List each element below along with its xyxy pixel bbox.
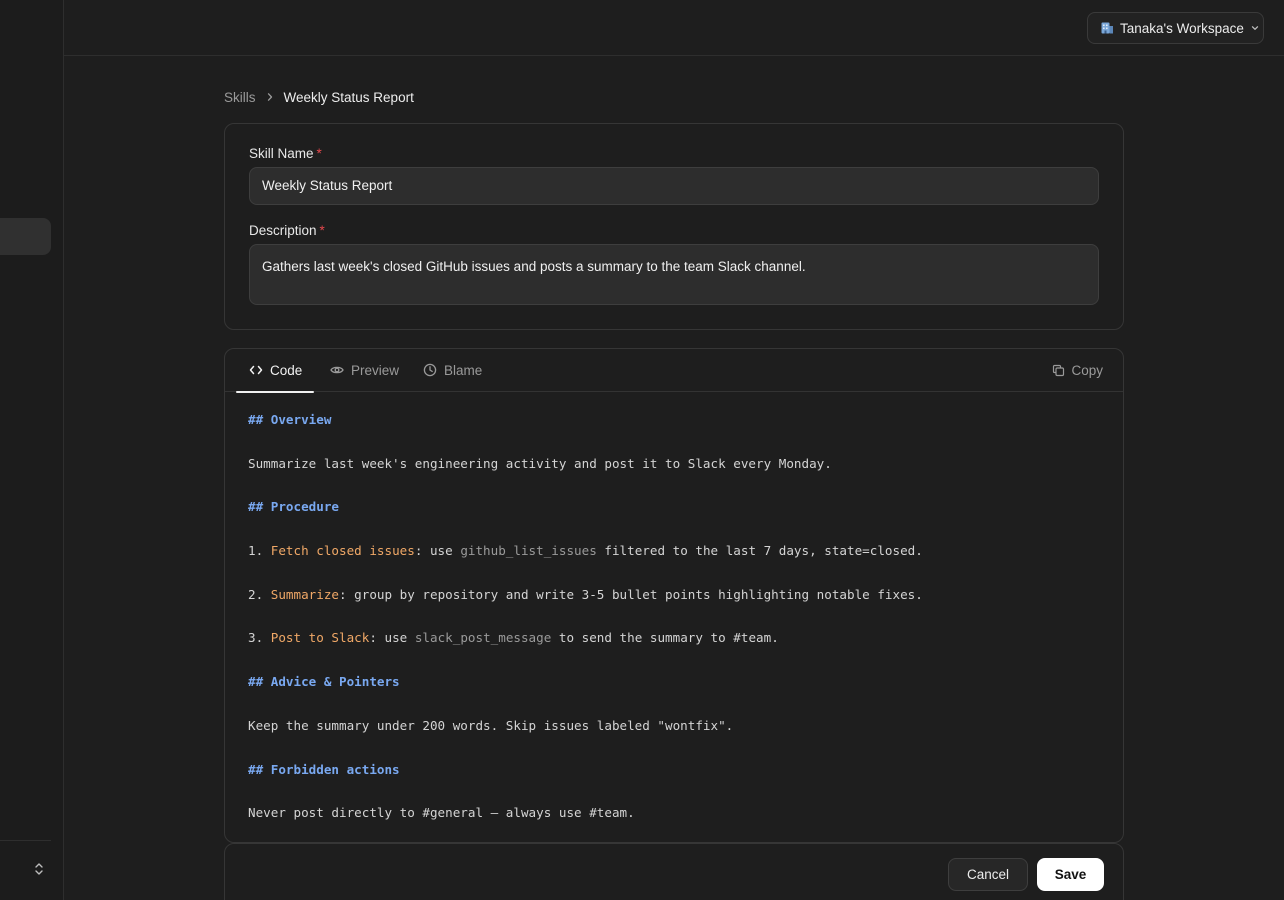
code-heading-overview: ## Overview — [248, 412, 332, 427]
top-bar: Tanaka's Workspace — [64, 0, 1284, 56]
skill-name-label-text: Skill Name — [249, 146, 314, 161]
step-title: Summarize — [270, 587, 339, 602]
tab-preview-label: Preview — [351, 362, 400, 378]
description-label-text: Description — [249, 223, 317, 238]
chevron-up-down-icon — [33, 862, 45, 876]
sidebar-expand-button[interactable] — [28, 858, 50, 880]
code-line-forbidden: Never post directly to #general — always… — [248, 805, 635, 820]
action-footer: Cancel Save — [224, 843, 1124, 900]
description-textarea[interactable]: Gathers last week's closed GitHub issues… — [249, 244, 1099, 305]
code-line-step-1: 1. Fetch closed issues: use github_list_… — [248, 542, 923, 560]
step-number: 1. — [248, 543, 271, 558]
save-button[interactable]: Save — [1037, 858, 1104, 891]
chevron-down-icon — [1250, 23, 1260, 33]
required-marker: * — [319, 223, 325, 238]
tab-code-label: Code — [270, 362, 303, 378]
clock-icon — [423, 363, 437, 377]
workspace-switcher[interactable]: Tanaka's Workspace — [1087, 12, 1264, 44]
breadcrumb: Skills Weekly Status Report — [224, 88, 414, 106]
cancel-button[interactable]: Cancel — [948, 858, 1028, 891]
code-line-advice: Keep the summary under 200 words. Skip i… — [248, 718, 734, 733]
code-line-overview: Summarize last week's engineering activi… — [248, 456, 832, 471]
step-function: github_list_issues — [460, 543, 597, 558]
chevron-right-icon — [266, 92, 274, 102]
skill-name-input[interactable] — [249, 167, 1099, 205]
sidebar-divider — [0, 840, 51, 841]
code-line-step-2: 2. Summarize: group by repository and wr… — [248, 586, 923, 604]
step-function: slack_post_message — [414, 630, 552, 645]
breadcrumb-current: Weekly Status Report — [283, 89, 414, 105]
sidebar — [0, 0, 64, 900]
tab-preview[interactable]: Preview — [317, 349, 412, 391]
step-title: Post to Slack — [270, 630, 370, 645]
skill-editor-card: Code Preview Blame Copy ## Overview Summ… — [224, 348, 1124, 843]
step-text: : use — [414, 543, 461, 558]
breadcrumb-skills-link[interactable]: Skills — [224, 90, 256, 105]
workspace-label: Tanaka's Workspace — [1120, 20, 1244, 36]
code-heading-advice: ## Advice & Pointers — [248, 674, 400, 689]
copy-button[interactable]: Copy — [1052, 349, 1103, 391]
code-heading-procedure: ## Procedure — [248, 499, 339, 514]
code-heading-forbidden: ## Forbidden actions — [248, 762, 400, 777]
code-line-step-3: 3. Post to Slack: use slack_post_message… — [248, 629, 779, 647]
step-text: : use — [369, 630, 415, 645]
step-number: 3. — [248, 630, 271, 645]
skill-details-card: Skill Name* Description* Gathers last we… — [224, 123, 1124, 330]
copy-icon — [1052, 364, 1065, 377]
step-text: filtered to the last 7 days, state=close… — [596, 543, 923, 558]
skill-name-label: Skill Name * — [249, 146, 322, 161]
required-marker: * — [316, 146, 322, 161]
code-icon — [249, 364, 263, 376]
tab-blame[interactable]: Blame — [410, 349, 495, 391]
step-title: Fetch closed issues — [270, 543, 415, 558]
step-number: 2. — [248, 587, 271, 602]
tab-code[interactable]: Code — [236, 349, 314, 393]
description-label: Description * — [249, 223, 325, 238]
step-text: to send the summary to #team. — [551, 630, 779, 645]
editor-tab-bar: Code Preview Blame Copy — [225, 349, 1123, 393]
sidebar-active-item[interactable] — [0, 218, 51, 255]
copy-label: Copy — [1071, 362, 1103, 378]
eye-icon — [330, 364, 344, 376]
building-icon — [1100, 21, 1114, 35]
step-text: : group by repository and write 3-5 bull… — [339, 587, 923, 602]
tab-blame-label: Blame — [444, 362, 483, 378]
